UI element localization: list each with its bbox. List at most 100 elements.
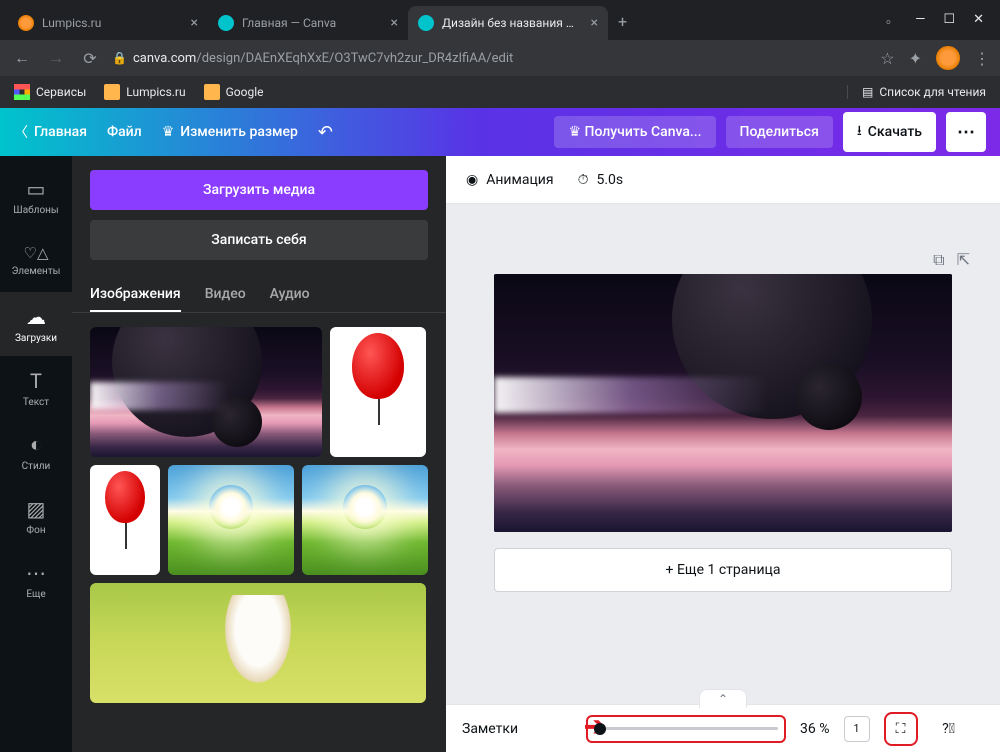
sidenav-label: Стили xyxy=(22,461,51,472)
sidenav-more[interactable]: ⋯Еще xyxy=(0,548,72,612)
star-icon[interactable]: ☆ xyxy=(880,49,894,68)
reading-list-button[interactable]: ▤ Список для чтения xyxy=(847,85,986,99)
zoom-thumb[interactable] xyxy=(594,723,606,735)
media-thumb-grass-1[interactable] xyxy=(168,465,294,575)
side-nav: ▭ Шаблоны ♡△ Элементы ☁ Загрузки TТекст ◐Ст… xyxy=(0,156,72,752)
maximize-button[interactable]: ☐ xyxy=(943,12,955,32)
crown-icon: ♛ xyxy=(162,124,175,140)
media-thumb-dog[interactable] xyxy=(90,583,426,703)
bookmarks-bar: Сервисы Lumpics.ru Google ▤ Список для чт… xyxy=(0,76,1000,108)
browser-titlebar: Lumpics.ru × Главная — Canva × Дизайн бе… xyxy=(0,0,1000,40)
sidenav-styles[interactable]: ◐Стили xyxy=(0,420,72,484)
add-page-icon[interactable]: ⇱ xyxy=(957,250,970,270)
close-icon[interactable]: × xyxy=(591,15,598,31)
undo-button[interactable]: ↶ xyxy=(318,122,333,143)
notes-label[interactable]: Заметки xyxy=(462,721,518,737)
forward-button[interactable]: → xyxy=(44,48,68,68)
duration-button[interactable]: ⏱ 5.0s xyxy=(578,172,624,188)
sidenav-templates[interactable]: ▭ Шаблоны xyxy=(0,164,72,228)
sidenav-background[interactable]: ▨Фон xyxy=(0,484,72,548)
sidenav-uploads[interactable]: ☁ Загрузки xyxy=(0,292,72,356)
animation-button[interactable]: ◉ Анимация xyxy=(466,172,554,188)
design-page[interactable] xyxy=(494,274,952,532)
tab-video[interactable]: Видео xyxy=(205,278,246,312)
media-thumb-balloon-2[interactable] xyxy=(90,465,160,575)
elements-icon: ♡△ xyxy=(24,244,49,262)
sidenav-label: Еще xyxy=(26,589,45,600)
timer-icon: ⏱ xyxy=(578,172,589,188)
tab-audio[interactable]: Аудио xyxy=(270,278,310,312)
reading-list-label: Список для чтения xyxy=(879,85,986,99)
animation-label: Анимация xyxy=(486,172,553,188)
page-count-button[interactable]: 1 xyxy=(844,716,870,742)
canvas-toolbar: ◉ Анимация ⏱ 5.0s xyxy=(446,156,1000,204)
uploads-icon: ☁ xyxy=(26,305,46,329)
close-icon[interactable]: × xyxy=(191,15,198,31)
duplicate-page-icon[interactable]: ⧉ xyxy=(933,250,944,270)
bookmark-label: Сервисы xyxy=(36,85,86,99)
bookmark-services[interactable]: Сервисы xyxy=(14,84,86,100)
sidenav-label: Шаблоны xyxy=(13,205,58,216)
sidenav-label: Загрузки xyxy=(15,333,57,344)
folder-icon xyxy=(204,84,220,100)
media-thumb-grass-2[interactable] xyxy=(302,465,428,575)
sidenav-elements[interactable]: ♡△ Элементы xyxy=(0,228,72,292)
url-field[interactable]: 🔒 canva.com/design/DAEnXEqhXxE/O3TwC7vh2… xyxy=(112,51,870,66)
bottom-bar: ⌃ Заметки ➔ 36 % 1 ⛶ ?⃝ xyxy=(446,704,1000,752)
window-controls: ◦ — ☐ ✕ xyxy=(870,12,1000,40)
new-tab-button[interactable]: + xyxy=(608,6,637,40)
file-button[interactable]: Файл xyxy=(107,124,142,140)
share-button[interactable]: Поделиться xyxy=(726,116,833,148)
tab-title: Главная — Canva xyxy=(242,16,383,30)
account-icon[interactable]: ◦ xyxy=(886,12,892,32)
resize-button[interactable]: ♛Изменить размер xyxy=(162,124,298,140)
favicon-icon xyxy=(418,15,434,31)
browser-tabs: Lumpics.ru × Главная — Canva × Дизайн бе… xyxy=(0,6,870,40)
more-button[interactable]: ⋯ xyxy=(946,112,986,152)
sidenav-text[interactable]: TТекст xyxy=(0,356,72,420)
favicon-icon xyxy=(218,15,234,31)
canvas-area: ◉ Анимация ⏱ 5.0s ⧉ ⇱ + Еще 1 страница ⌃ З… xyxy=(446,156,1000,752)
media-thumb-space[interactable] xyxy=(90,327,322,457)
download-label: Скачать xyxy=(868,124,922,140)
canvas-scroll[interactable]: ⧉ ⇱ + Еще 1 страница xyxy=(446,204,1000,704)
duration-label: 5.0s xyxy=(597,172,624,188)
page-actions: ⧉ ⇱ xyxy=(933,250,970,270)
menu-icon[interactable]: ⋮ xyxy=(974,49,990,68)
templates-icon: ▭ xyxy=(27,177,46,201)
list-icon: ▤ xyxy=(862,85,873,99)
notes-expand-button[interactable]: ⌃ xyxy=(699,689,747,708)
reload-button[interactable]: ⟳ xyxy=(78,49,102,68)
animation-icon: ◉ xyxy=(466,172,478,188)
help-button[interactable]: ?⃝ xyxy=(932,712,966,746)
fullscreen-button[interactable]: ⛶ xyxy=(884,712,918,746)
profile-avatar[interactable] xyxy=(936,46,960,70)
download-icon: ⭳ xyxy=(857,120,862,144)
tab-images[interactable]: Изображения xyxy=(90,278,181,312)
minimize-button[interactable]: — xyxy=(915,12,925,32)
add-page-button[interactable]: + Еще 1 страница xyxy=(494,548,952,592)
upload-media-button[interactable]: Загрузить медиа xyxy=(90,170,428,210)
bookmark-label: Google xyxy=(226,85,264,99)
record-self-button[interactable]: Записать себя xyxy=(90,220,428,260)
back-button[interactable]: ← xyxy=(10,48,34,68)
zoom-slider[interactable] xyxy=(586,715,786,743)
home-label: Главная xyxy=(34,124,87,140)
bookmark-lumpics[interactable]: Lumpics.ru xyxy=(104,84,185,100)
background-icon: ▨ xyxy=(27,497,46,521)
tab-canva-design[interactable]: Дизайн без названия — 1280 × xyxy=(408,6,608,40)
tab-lumpics[interactable]: Lumpics.ru × xyxy=(8,6,208,40)
bookmark-google[interactable]: Google xyxy=(204,84,264,100)
close-window-button[interactable]: ✕ xyxy=(973,12,984,32)
download-button[interactable]: ⭳ Скачать xyxy=(843,112,936,152)
get-pro-button[interactable]: ♛ Получить Canva... xyxy=(554,116,715,148)
close-icon[interactable]: × xyxy=(391,15,398,31)
tab-canva-home[interactable]: Главная — Canva × xyxy=(208,6,408,40)
home-button[interactable]: 〈 Главная xyxy=(14,122,87,142)
extensions-icon[interactable]: ✦ xyxy=(909,49,922,68)
zoom-value[interactable]: 36 % xyxy=(800,721,829,737)
chevron-left-icon: 〈 xyxy=(14,122,28,142)
crown-icon: ♛ xyxy=(568,124,584,140)
sidenav-label: Элементы xyxy=(12,266,61,277)
media-thumb-balloon[interactable] xyxy=(330,327,426,457)
